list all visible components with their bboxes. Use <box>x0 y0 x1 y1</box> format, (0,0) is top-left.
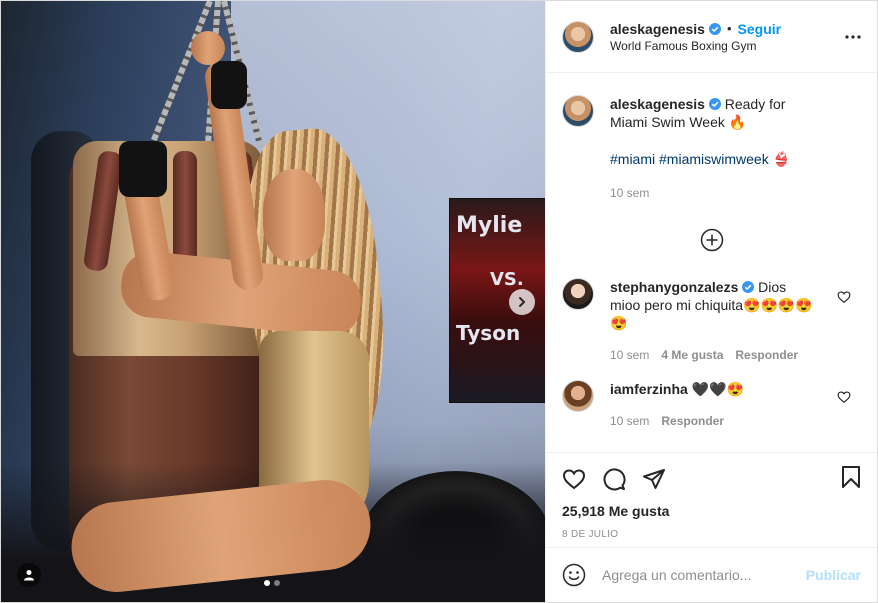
reply-button[interactable]: Responder <box>661 412 724 430</box>
emoji-icon[interactable] <box>562 563 586 587</box>
chevron-right-icon <box>519 297 526 307</box>
comment-text: 🖤🖤😍 <box>691 381 744 397</box>
verified-badge-icon <box>742 281 755 293</box>
carousel-next-button[interactable] <box>509 289 535 315</box>
caption-time[interactable]: 10 sem <box>610 184 649 202</box>
comments-section: aleskagenesis Ready for Miami Swim Week … <box>546 73 877 452</box>
post-dialog: Mylie VS. Tyson aleskagenesis • Seguir W… <box>0 0 878 603</box>
comment-time[interactable]: 10 sem <box>610 412 649 430</box>
post-photo[interactable]: Mylie VS. Tyson <box>1 1 545 602</box>
bookmark-icon[interactable] <box>839 465 863 489</box>
post-header: aleskagenesis • Seguir World Famous Boxi… <box>546 1 877 73</box>
likes-count[interactable]: 25,918 Me gusta <box>562 503 861 519</box>
author-username[interactable]: aleskagenesis <box>610 21 705 37</box>
publish-button[interactable]: Publicar <box>806 567 861 583</box>
load-more-icon <box>700 228 723 252</box>
tag-people-icon <box>24 570 34 581</box>
share-icon[interactable] <box>642 467 666 491</box>
more-options-icon <box>845 35 861 39</box>
heart-icon[interactable] <box>837 390 851 404</box>
verified-badge-icon <box>708 98 721 110</box>
avatar[interactable] <box>562 278 594 310</box>
more-options-button[interactable] <box>845 29 861 45</box>
carousel-dot-active <box>264 580 270 586</box>
carousel-dot <box>274 580 280 586</box>
comment-username[interactable]: iamferzinha <box>610 381 688 397</box>
avatar[interactable] <box>562 380 594 412</box>
comment-item: stephanygonzalezs Dios mioo pero mi chiq… <box>562 278 861 364</box>
caption-hashtags[interactable]: #miami #miamiswimweek 👙 <box>610 150 820 168</box>
carousel-indicator <box>264 580 280 586</box>
comment-composer: Agrega un comentario... Publicar <box>546 547 877 602</box>
caption: aleskagenesis Ready for Miami Swim Week … <box>562 95 861 202</box>
heart-icon[interactable] <box>837 290 851 304</box>
heart-icon[interactable] <box>562 467 586 491</box>
follow-button[interactable]: Seguir <box>738 21 782 37</box>
post-side-panel: aleskagenesis • Seguir World Famous Boxi… <box>545 1 877 602</box>
verified-badge-icon <box>708 22 721 35</box>
comment-time[interactable]: 10 sem <box>610 346 649 364</box>
avatar[interactable] <box>562 20 594 53</box>
reply-button[interactable]: Responder <box>735 346 798 364</box>
load-more-comments-button[interactable] <box>562 228 861 252</box>
comment-input[interactable]: Agrega un comentario... <box>602 567 806 583</box>
comment-username[interactable]: stephanygonzalezs <box>610 279 738 295</box>
tag-people-button[interactable] <box>17 563 41 587</box>
comment-item: iamferzinha 🖤🖤😍 10 sem Responder <box>562 380 861 430</box>
location-link[interactable]: World Famous Boxing Gym <box>610 39 781 53</box>
caption-username[interactable]: aleskagenesis <box>610 96 705 112</box>
post-actions: 25,918 Me gusta 8 DE JULIO <box>546 452 877 547</box>
post-date[interactable]: 8 DE JULIO <box>562 529 861 540</box>
avatar[interactable] <box>562 95 594 127</box>
comment-likes[interactable]: 4 Me gusta <box>661 346 723 364</box>
comment-icon[interactable] <box>602 467 626 491</box>
